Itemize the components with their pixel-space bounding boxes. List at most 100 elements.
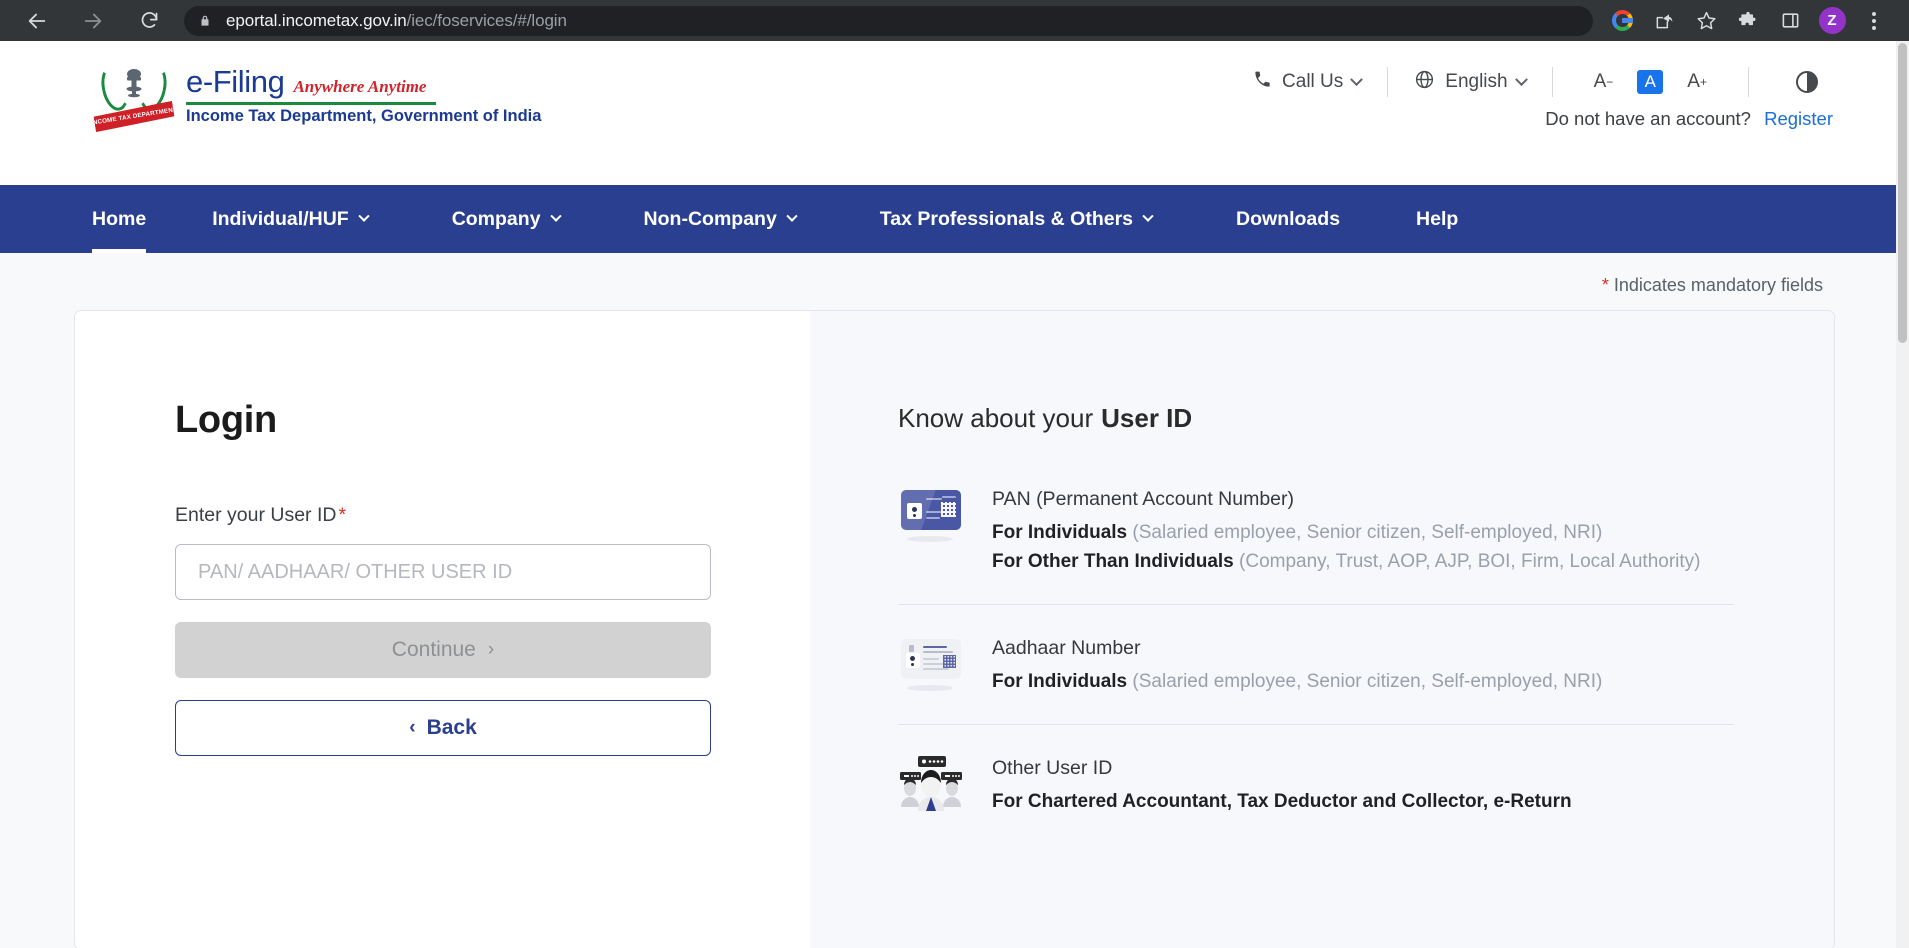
- font-normal-button[interactable]: A: [1637, 70, 1664, 94]
- contrast-toggle-button[interactable]: [1784, 68, 1824, 96]
- font-decrease-button[interactable]: A −: [1588, 68, 1620, 96]
- login-form-panel: Login Enter your User ID* Continue › ‹ B…: [75, 311, 810, 948]
- avatar: Z: [1818, 7, 1846, 34]
- continue-button[interactable]: Continue ›: [175, 622, 711, 678]
- brand-department: Income Tax Department, Government of Ind…: [186, 107, 542, 125]
- id-type-name: PAN (Permanent Account Number): [992, 488, 1295, 510]
- id-desc-bold: For Individuals: [992, 671, 1128, 693]
- forward-arrow-icon[interactable]: [76, 4, 110, 38]
- font-increase-button[interactable]: A +: [1681, 68, 1713, 96]
- header-divider-2: [1551, 67, 1553, 97]
- nav-label: Downloads: [1236, 207, 1341, 230]
- side-panel-icon[interactable]: [1769, 4, 1811, 38]
- star-icon[interactable]: [1685, 4, 1727, 38]
- page-scrollbar[interactable]: [1896, 41, 1909, 948]
- nav-item-downloads[interactable]: Downloads: [1236, 185, 1340, 253]
- chevron-down-icon: [358, 210, 370, 222]
- back-label: Back: [426, 716, 477, 739]
- user-id-label: Enter your User ID *: [175, 504, 810, 527]
- continue-label: Continue: [391, 638, 476, 661]
- font-increase-letter: A: [1687, 71, 1700, 92]
- site-logo[interactable]: INCOME TAX DEPARTMENT e-Filing Anywhere …: [90, 62, 541, 127]
- user-id-type-list: PAN (Permanent Account Number) For Indiv…: [898, 486, 1734, 844]
- chevron-down-icon: [1350, 72, 1364, 86]
- id-desc-bold: For Other Than Individuals: [992, 551, 1234, 573]
- header-utilities: Call Us English A − A A + Do not have an…: [1253, 67, 1833, 130]
- back-button[interactable]: ‹ Back: [175, 700, 711, 756]
- call-us-label: Call Us: [1282, 71, 1344, 92]
- know-user-id-panel: Know about your User ID PAN (Permanent A…: [810, 311, 1834, 948]
- nav-item-tax-professionals[interactable]: Tax Professionals & Others: [879, 185, 1154, 253]
- mandatory-note-label: Indicates mandatory fields: [1613, 275, 1823, 295]
- font-increase-sign: +: [1699, 75, 1707, 89]
- profile-avatar[interactable]: Z: [1811, 4, 1853, 38]
- know-title-normal: Know about your: [898, 403, 1094, 433]
- register-link[interactable]: Register: [1764, 108, 1833, 129]
- reload-icon[interactable]: [132, 4, 166, 38]
- people-group-icon: [898, 755, 964, 812]
- id-desc-normal: (Salaried employee, Senior citizen, Self…: [1127, 522, 1603, 543]
- phone-icon: [1253, 70, 1272, 95]
- browser-toolbar: eportal.incometax.gov.in/iec/foservices/…: [0, 0, 1909, 41]
- user-id-input[interactable]: [175, 544, 711, 600]
- id-desc-bold: For Chartered Accountant, Tax Deductor a…: [992, 791, 1572, 813]
- share-icon[interactable]: [1643, 4, 1685, 38]
- nav-label: Tax Professionals & Others: [879, 207, 1134, 230]
- chevron-down-icon: [549, 210, 562, 222]
- india-emblem-icon: INCOME TAX DEPARTMENT: [90, 62, 178, 127]
- nav-label: Help: [1416, 207, 1459, 230]
- kebab-menu-icon[interactable]: [1853, 4, 1895, 38]
- emblem-ribbon-text: INCOME TAX DEPARTMENT: [90, 106, 178, 127]
- browser-actions: Z: [1601, 4, 1899, 38]
- brand-divider: [186, 102, 436, 105]
- list-item: PAN (Permanent Account Number) For Indiv…: [898, 486, 1734, 604]
- id-type-desc: For Individuals (Salaried employee, Seni…: [992, 520, 1734, 546]
- know-title-bold: User ID: [1101, 403, 1193, 433]
- puzzle-icon[interactable]: [1727, 4, 1769, 38]
- id-type-name: Aadhaar Number: [992, 637, 1141, 660]
- nav-label: Non-Company: [643, 207, 777, 230]
- pan-text-block: PAN (Permanent Account Number) For Indiv…: [992, 486, 1734, 578]
- nav-label: Home: [92, 207, 147, 230]
- call-us-menu[interactable]: Call Us: [1253, 70, 1364, 95]
- nav-label: Individual/HUF: [212, 207, 349, 230]
- login-card: Login Enter your User ID* Continue › ‹ B…: [74, 310, 1835, 948]
- url-host: eportal.incometax.gov.in: [226, 10, 407, 30]
- list-item: Other User ID For Chartered Accountant, …: [898, 724, 1734, 844]
- brand-text: e-Filing Anywhere Anytime Income Tax Dep…: [186, 64, 541, 126]
- id-type-desc: For Other Than Individuals (Company, Tru…: [992, 549, 1734, 575]
- nav-item-help[interactable]: Help: [1416, 185, 1458, 253]
- google-logo-icon[interactable]: [1601, 4, 1643, 38]
- nav-item-company[interactable]: Company: [452, 185, 562, 253]
- lock-icon: [198, 14, 212, 28]
- id-desc-bold: For Individuals: [992, 522, 1128, 543]
- back-arrow-icon[interactable]: [20, 4, 54, 38]
- other-user-text-block: Other User ID For Chartered Accountant, …: [992, 755, 1734, 818]
- aadhaar-card-icon: [898, 635, 964, 692]
- contrast-icon: [1796, 71, 1818, 93]
- font-normal-letter: A: [1644, 72, 1656, 91]
- brand-name: e-Filing: [186, 64, 285, 99]
- globe-icon: [1414, 69, 1435, 96]
- page-title: Login: [175, 399, 277, 441]
- font-decrease-sign: −: [1606, 75, 1614, 89]
- chevron-left-icon: ‹: [409, 717, 416, 738]
- list-item: Aadhaar Number For Individuals (Salaried…: [898, 604, 1734, 724]
- content-area: * Indicates mandatory fields Login Enter…: [0, 253, 1909, 948]
- id-desc-normal: (Salaried employee, Senior citizen, Self…: [1127, 671, 1603, 693]
- url-path: /iec/foservices/#/login: [406, 10, 567, 30]
- address-bar[interactable]: eportal.incometax.gov.in/iec/foservices/…: [184, 5, 1593, 36]
- header-divider-1: [1387, 67, 1389, 97]
- scrollbar-thumb[interactable]: [1898, 43, 1907, 343]
- chevron-down-icon: [1514, 72, 1528, 86]
- user-id-label-text: Enter your User ID: [175, 504, 337, 526]
- language-selector[interactable]: English: [1414, 69, 1528, 96]
- mandatory-fields-note: * Indicates mandatory fields: [74, 253, 1835, 310]
- know-user-id-title: Know about your User ID: [898, 403, 1734, 434]
- chevron-right-icon: ›: [487, 639, 495, 660]
- required-star: *: [338, 504, 347, 526]
- nav-item-home[interactable]: Home: [92, 185, 147, 253]
- nav-item-individual-huf[interactable]: Individual/HUF: [212, 185, 370, 253]
- nav-item-non-company[interactable]: Non-Company: [643, 185, 798, 253]
- page-viewport: INCOME TAX DEPARTMENT e-Filing Anywhere …: [0, 41, 1909, 948]
